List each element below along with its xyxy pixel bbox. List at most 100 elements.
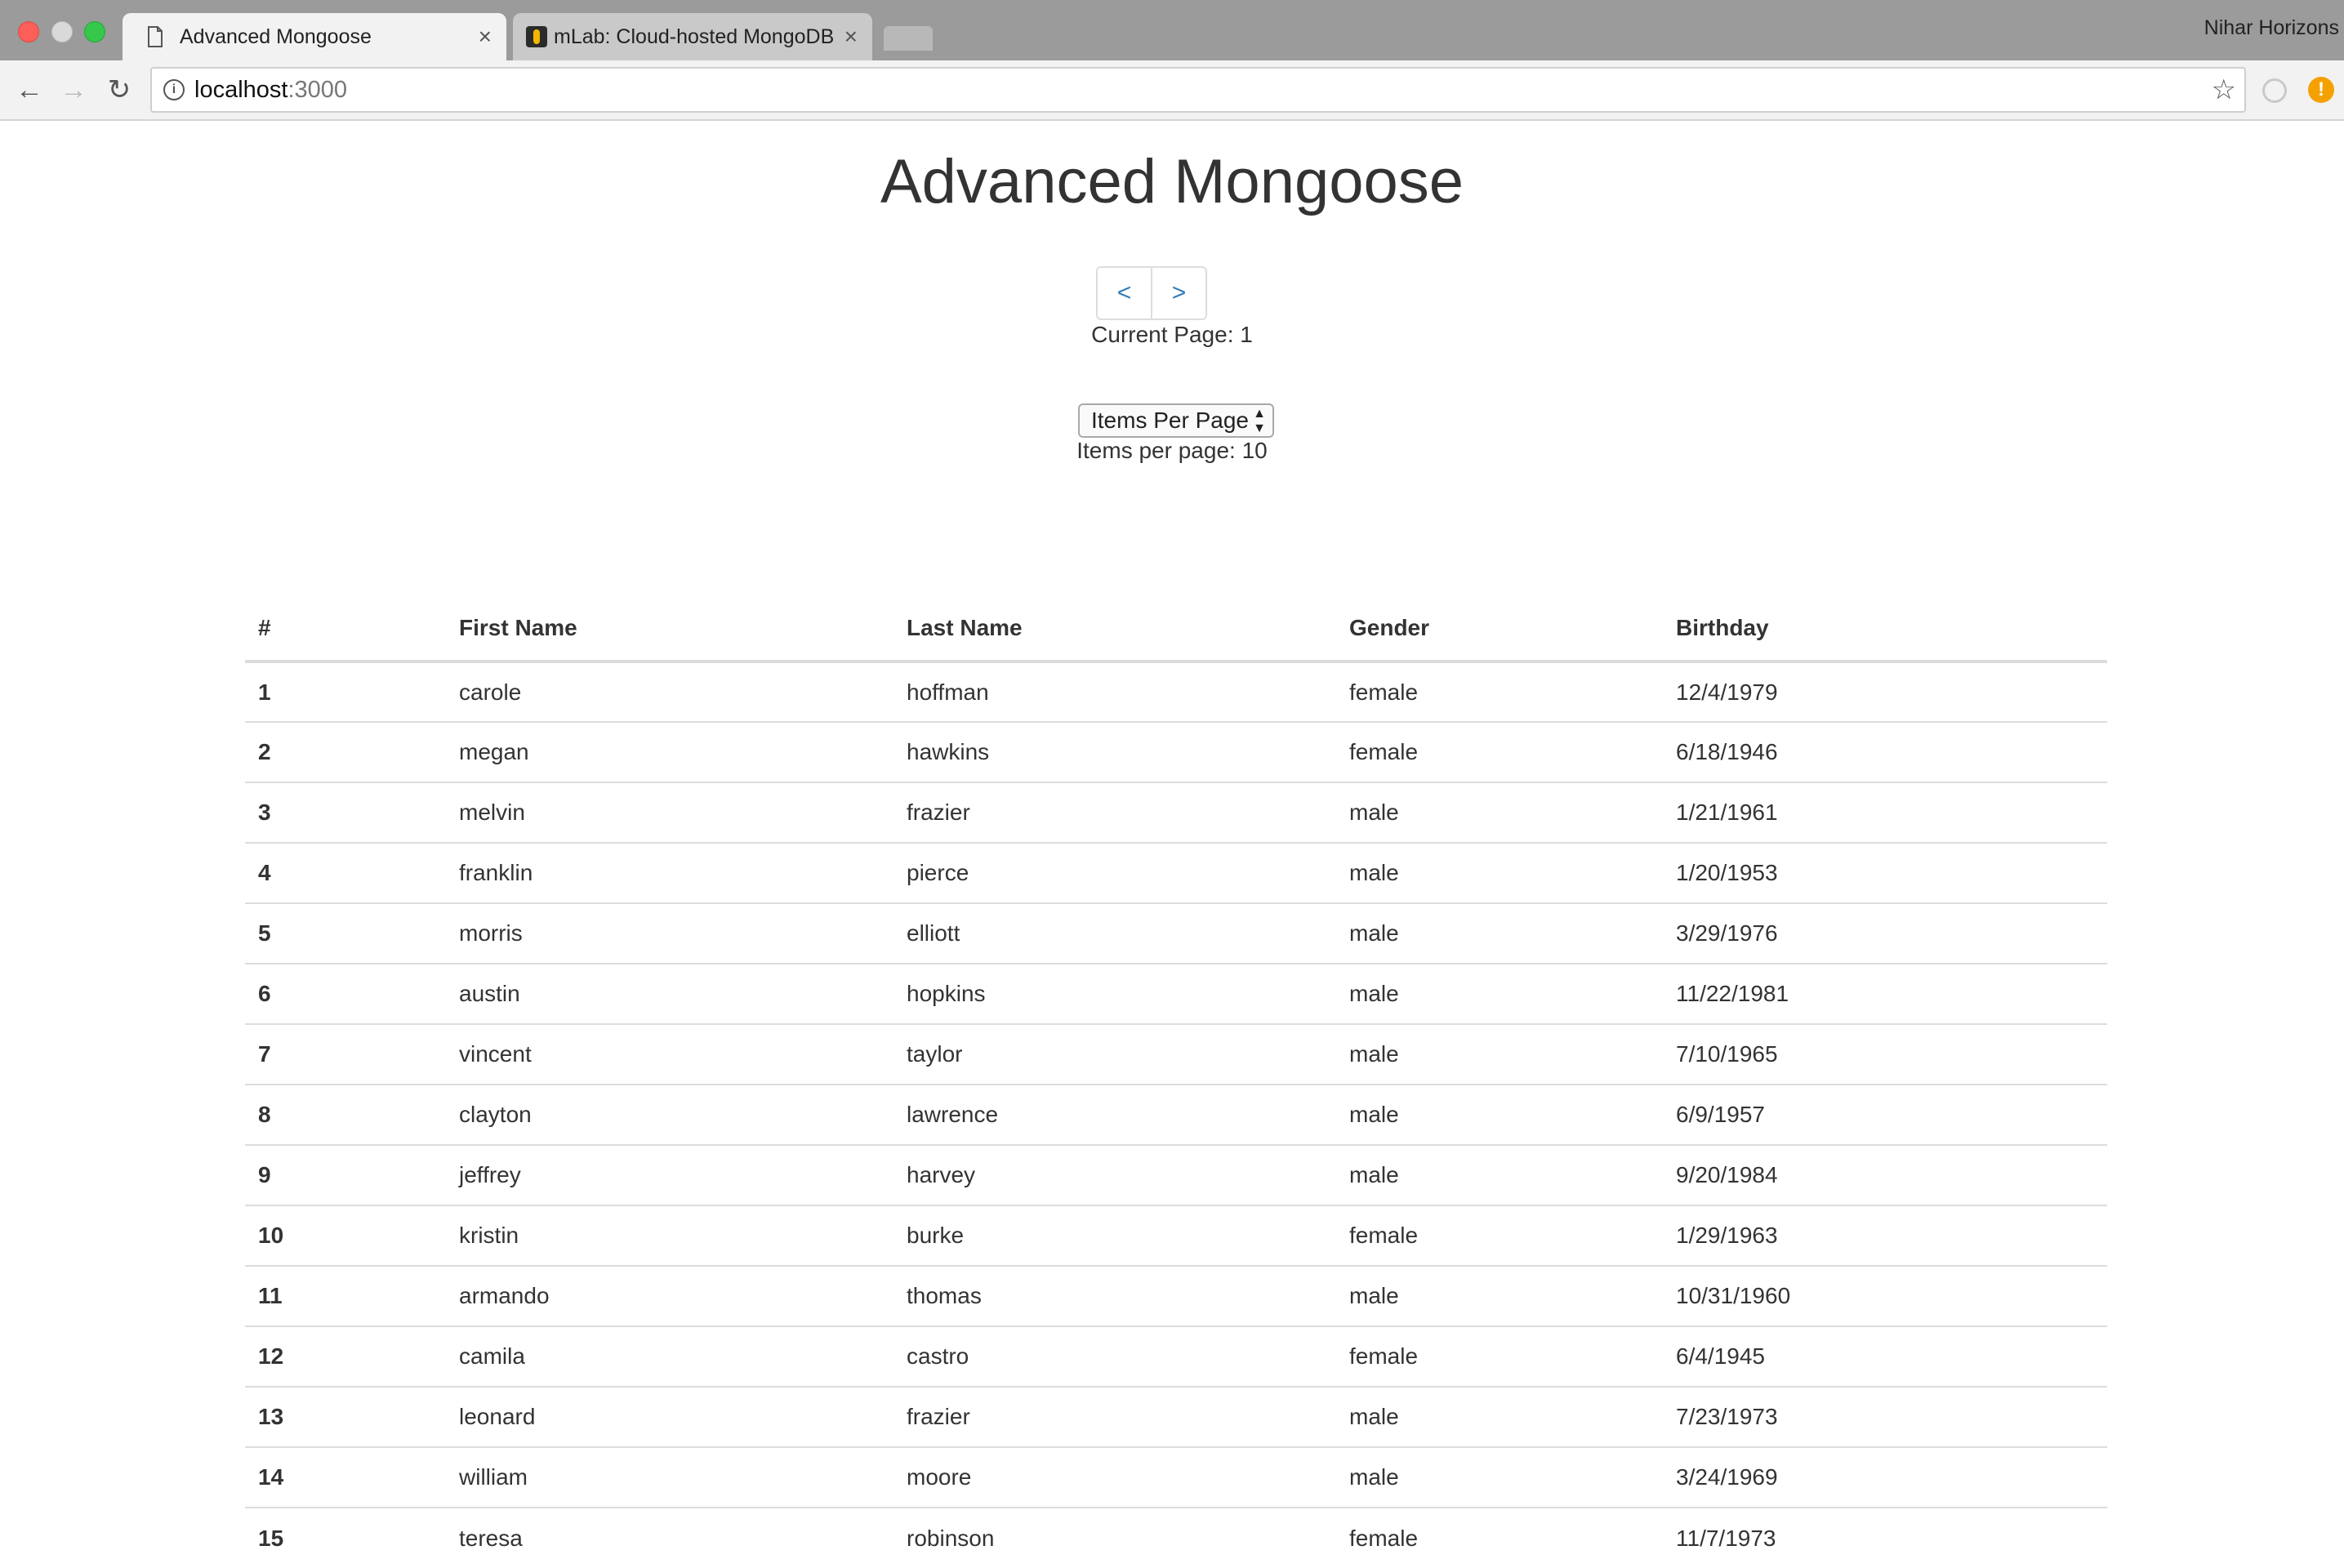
first-name-cell: camila — [446, 1325, 893, 1387]
last-name-cell: harvey — [893, 1144, 1336, 1205]
last-name-cell: burke — [893, 1205, 1336, 1266]
first-name-cell: carole — [446, 661, 893, 722]
birthday-cell: 3/24/1969 — [1663, 1446, 2107, 1508]
table-row: 7 vincent taylor male 7/10/1965 — [245, 1023, 2107, 1085]
first-name-cell: william — [446, 1446, 893, 1508]
first-name-cell: melvin — [446, 782, 893, 843]
first-name-cell: clayton — [446, 1084, 893, 1145]
row-number: 11 — [245, 1265, 446, 1326]
birthday-cell: 11/22/1981 — [1663, 963, 2107, 1024]
people-table: # First Name Last Name Gender Birthday 1… — [245, 596, 2107, 1568]
column-header: Last Name — [893, 596, 1336, 663]
pagination: < > — [1096, 266, 1207, 320]
last-name-cell: pierce — [893, 842, 1336, 903]
page-icon — [148, 26, 163, 47]
reload-icon[interactable]: ↻ — [103, 74, 136, 106]
gender-cell: male — [1336, 1446, 1663, 1508]
table-row: 14 william moore male 3/24/1969 — [245, 1446, 2107, 1508]
tab-mlab[interactable]: mLab: Cloud-hosted MongoDB × — [513, 13, 872, 60]
close-window-icon[interactable] — [18, 21, 39, 42]
gender-cell: female — [1336, 661, 1663, 722]
last-name-cell: elliott — [893, 902, 1336, 964]
table-header-row: # First Name Last Name Gender Birthday — [245, 596, 2107, 663]
gender-cell: female — [1336, 1205, 1663, 1266]
birthday-cell: 6/9/1957 — [1663, 1084, 2107, 1145]
row-number: 10 — [245, 1205, 446, 1266]
alert-extension-icon[interactable]: ! — [2308, 77, 2334, 103]
url-text[interactable]: localhost:3000 — [194, 69, 347, 111]
close-tab-icon[interactable]: × — [844, 13, 858, 60]
birthday-cell: 10/31/1960 — [1663, 1265, 2107, 1326]
close-tab-icon[interactable]: × — [479, 13, 492, 60]
gender-cell: male — [1336, 782, 1663, 843]
address-bar[interactable]: i localhost:3000 ☆ — [150, 67, 2246, 113]
table-row: 6 austin hopkins male 11/22/1981 — [245, 963, 2107, 1024]
gender-cell: male — [1336, 963, 1663, 1024]
row-number: 1 — [245, 661, 446, 722]
back-arrow-icon[interactable]: ← — [13, 74, 46, 106]
first-name-cell: austin — [446, 963, 893, 1024]
mlab-icon — [526, 26, 547, 47]
gender-cell: male — [1336, 1023, 1663, 1085]
first-name-cell: franklin — [446, 842, 893, 903]
row-number: 14 — [245, 1446, 446, 1508]
table-row: 5 morris elliott male 3/29/1976 — [245, 902, 2107, 964]
last-name-cell: castro — [893, 1325, 1336, 1387]
birthday-cell: 1/21/1961 — [1663, 782, 2107, 843]
first-name-cell: armando — [446, 1265, 893, 1326]
next-page-button[interactable]: > — [1151, 268, 1205, 318]
table-row: 4 franklin pierce male 1/20/1953 — [245, 842, 2107, 903]
first-name-cell: leonard — [446, 1386, 893, 1447]
row-number: 2 — [245, 721, 446, 782]
first-name-cell: teresa — [446, 1507, 893, 1568]
table-row: 11 armando thomas male 10/31/1960 — [245, 1265, 2107, 1326]
select-label: Items Per Page — [1091, 408, 1249, 433]
prev-page-button[interactable]: < — [1098, 268, 1151, 318]
first-name-cell: megan — [446, 721, 893, 782]
row-number: 13 — [245, 1386, 446, 1447]
star-icon[interactable]: ☆ — [2212, 74, 2236, 106]
birthday-cell: 3/29/1976 — [1663, 902, 2107, 964]
gender-cell: male — [1336, 902, 1663, 964]
gender-cell: male — [1336, 1265, 1663, 1326]
table-body: 1 carole hoffman female 12/4/1979 2 megan hawki… — [245, 661, 2107, 1568]
new-tab-button[interactable] — [884, 26, 933, 51]
gender-cell: male — [1336, 1144, 1663, 1205]
page-title: Advanced Mongoose — [880, 147, 1464, 216]
last-name-cell: robinson — [893, 1507, 1336, 1568]
gender-cell: female — [1336, 1325, 1663, 1387]
table-row: 8 clayton lawrence male 6/9/1957 — [245, 1084, 2107, 1145]
table-row: 3 melvin frazier male 1/21/1961 — [245, 782, 2107, 843]
forward-arrow-icon[interactable]: → — [57, 74, 90, 106]
birthday-cell: 1/29/1963 — [1663, 1205, 2107, 1266]
maximize-window-icon[interactable] — [84, 21, 105, 42]
birthday-cell: 1/20/1953 — [1663, 842, 2107, 903]
last-name-cell: hoffman — [893, 661, 1336, 722]
row-number: 8 — [245, 1084, 446, 1145]
birthday-cell: 7/10/1965 — [1663, 1023, 2107, 1085]
birthday-cell: 12/4/1979 — [1663, 661, 2107, 722]
url-port: :3000 — [287, 77, 348, 103]
tab-advanced-mongoose[interactable]: Advanced Mongoose × — [123, 13, 506, 60]
items-per-page-label: Items per page: 10 — [1076, 438, 1268, 463]
birthday-cell: 11/7/1973 — [1663, 1507, 2107, 1568]
items-per-page-select[interactable]: Items Per Page ▲ ▼ — [1078, 403, 1274, 438]
extension-icon[interactable] — [2262, 78, 2287, 103]
birthday-cell: 7/23/1973 — [1663, 1386, 2107, 1447]
last-name-cell: thomas — [893, 1265, 1336, 1326]
tab-title: Advanced Mongoose — [180, 25, 372, 48]
row-number: 9 — [245, 1144, 446, 1205]
row-number: 3 — [245, 782, 446, 843]
table-row: 2 megan hawkins female 6/18/1946 — [245, 721, 2107, 782]
birthday-cell: 6/18/1946 — [1663, 721, 2107, 782]
table-row: 10 kristin burke female 1/29/1963 — [245, 1205, 2107, 1266]
table-row: 13 leonard frazier male 7/23/1973 — [245, 1386, 2107, 1447]
profile-name[interactable]: Nihar Horizons — [2204, 16, 2339, 40]
last-name-cell: taylor — [893, 1023, 1336, 1085]
minimize-window-icon[interactable] — [51, 21, 73, 42]
first-name-cell: morris — [446, 902, 893, 964]
last-name-cell: frazier — [893, 782, 1336, 843]
first-name-cell: vincent — [446, 1023, 893, 1085]
info-icon[interactable]: i — [163, 79, 185, 100]
row-number: 12 — [245, 1325, 446, 1387]
